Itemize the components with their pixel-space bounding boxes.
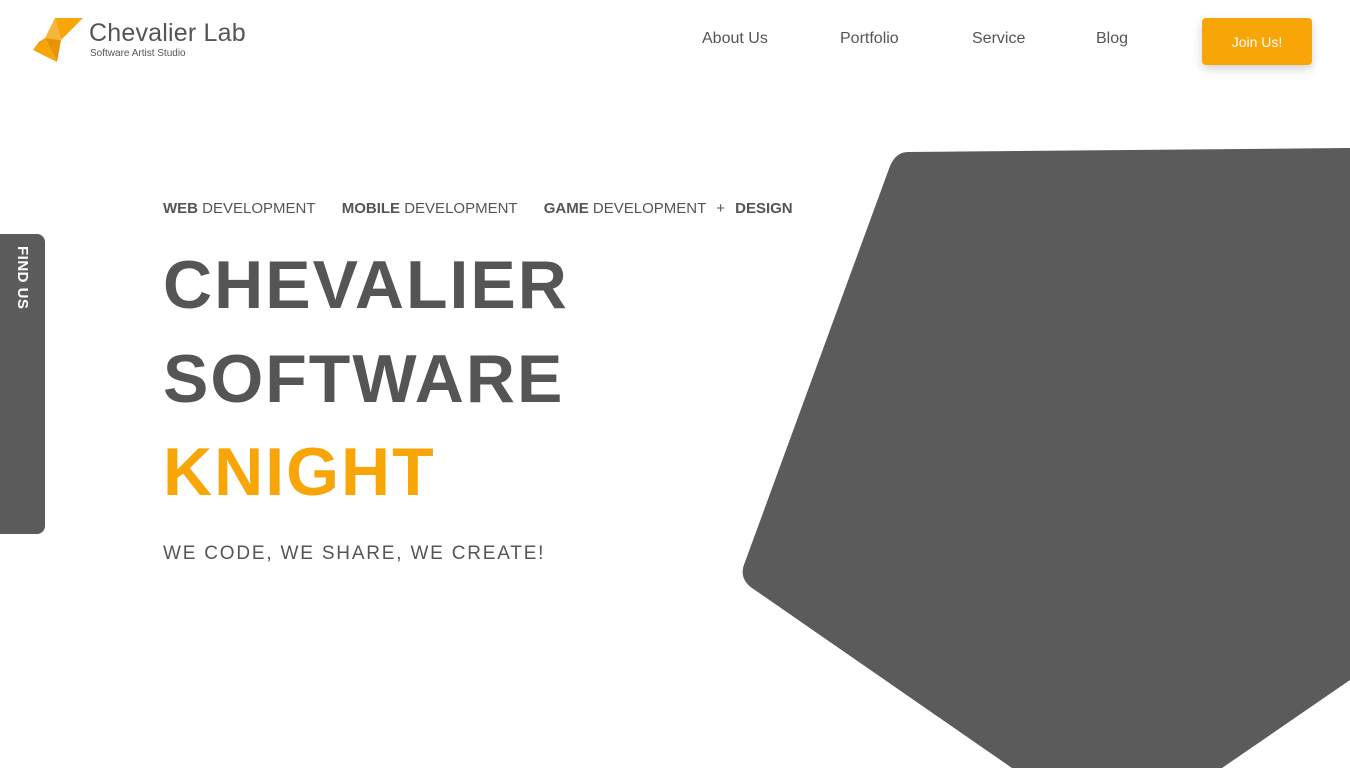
services-list: WEB DEVELOPMENT MOBILE DEVELOPMENT GAME … bbox=[163, 200, 793, 217]
nav-service[interactable]: Service bbox=[972, 30, 1025, 48]
service-mobile-bold: MOBILE bbox=[341, 200, 401, 217]
service-game: GAME DEVELOPMENT bbox=[544, 200, 706, 217]
service-game-rest: DEVELOPMENT bbox=[592, 200, 707, 217]
hero-title-line-2: SOFTWARE bbox=[163, 341, 565, 417]
hero-title-line-3: KNIGHT bbox=[163, 434, 436, 510]
service-web: WEB DEVELOPMENT bbox=[163, 200, 316, 217]
logo-title: Chevalier Lab bbox=[89, 19, 246, 47]
nav-portfolio[interactable]: Portfolio bbox=[840, 30, 899, 48]
nav-about-us[interactable]: About Us bbox=[702, 30, 768, 48]
nav-blog[interactable]: Blog bbox=[1096, 30, 1128, 48]
hero-tagline: WE CODE, WE SHARE, WE CREATE! bbox=[163, 543, 546, 564]
logo-link[interactable]: Chevalier Lab Software Artist Studio bbox=[31, 16, 271, 64]
service-web-rest: DEVELOPMENT bbox=[202, 200, 316, 217]
service-web-bold: WEB bbox=[163, 200, 198, 217]
find-us-label: FIND US bbox=[14, 246, 31, 310]
hero-title-line-1: CHEVALIER bbox=[163, 247, 569, 323]
logo-origami-icon bbox=[33, 18, 83, 62]
service-game-bold: GAME bbox=[543, 200, 589, 217]
service-mobile: MOBILE DEVELOPMENT bbox=[342, 200, 518, 217]
join-us-button[interactable]: Join Us! bbox=[1202, 18, 1312, 65]
service-design: DESIGN bbox=[735, 200, 793, 217]
service-mobile-rest: DEVELOPMENT bbox=[404, 200, 518, 217]
find-us-tab[interactable]: FIND US bbox=[0, 234, 45, 534]
logo-subtitle: Software Artist Studio bbox=[90, 48, 186, 59]
services-plus: + bbox=[716, 200, 725, 217]
